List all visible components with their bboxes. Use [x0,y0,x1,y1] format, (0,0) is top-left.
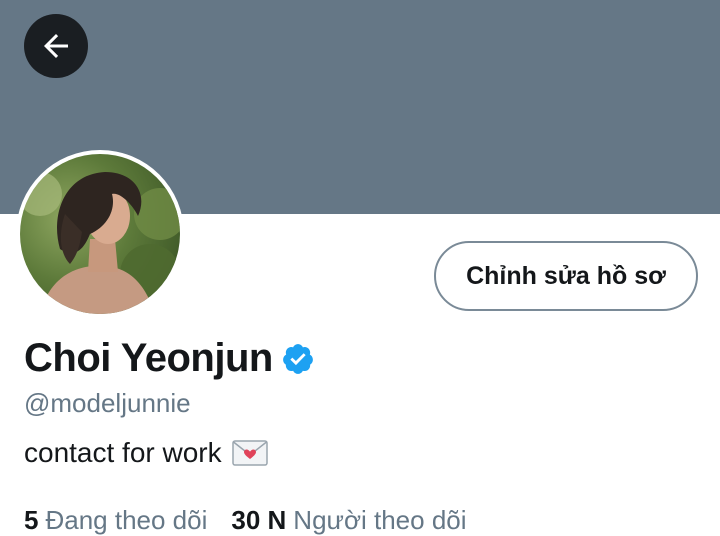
name-row: Choi Yeonjun [24,336,315,381]
followers-label: Người theo dõi [293,505,467,535]
profile-handle: @modeljunnie [24,388,191,418]
avatar[interactable] [20,154,180,314]
love-letter-icon [231,440,268,466]
display-name: Choi Yeonjun [24,336,273,380]
bio-text: contact for work [24,437,222,468]
following-stat[interactable]: 5 Đang theo dõi [24,505,207,536]
following-label: Đang theo dõi [45,505,208,535]
followers-count: 30 N [231,505,287,535]
back-button[interactable] [24,14,88,78]
verified-badge-icon [282,343,313,374]
profile-bio: contact for work [24,437,268,469]
edit-profile-button[interactable]: Chỉnh sửa hồ sơ [434,241,698,311]
following-count: 5 [24,505,39,535]
followers-stat[interactable]: 30 N Người theo dõi [231,505,466,536]
arrow-left-icon [44,34,68,58]
follow-stats: 5 Đang theo dõi 30 N Người theo dõi [24,505,491,536]
avatar-border [16,150,184,318]
